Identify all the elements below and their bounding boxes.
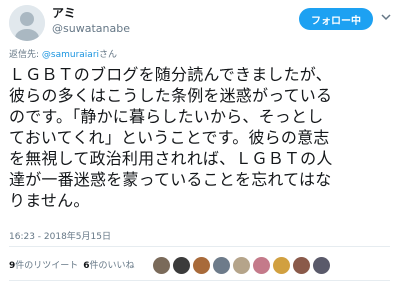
- liker-avatar[interactable]: [153, 257, 170, 274]
- liker-avatar[interactable]: [173, 257, 190, 274]
- reply-suffix: さん: [99, 50, 118, 60]
- tweet-line: ておいてくれ」ということです。彼らの意志: [9, 128, 330, 147]
- retweet-label: 件のリツイート: [15, 261, 79, 271]
- liker-avatar[interactable]: [213, 257, 230, 274]
- liker-avatar[interactable]: [273, 257, 290, 274]
- default-avatar-icon: [9, 5, 45, 41]
- tweet-line: りません。: [9, 191, 90, 210]
- liker-avatar[interactable]: [233, 257, 250, 274]
- like-stat[interactable]: 6件のいいね: [83, 261, 134, 271]
- reply-context: 返信先: @samuraiariさん: [9, 47, 117, 60]
- reply-mention-link[interactable]: @samuraiari: [42, 50, 99, 60]
- retweet-stat[interactable]: 9件のリツイート: [9, 261, 78, 271]
- tweet-line: 達が一番迷惑を蒙っていることを忘れてはな: [9, 170, 332, 189]
- user-handle[interactable]: @suwatanabe: [52, 21, 130, 36]
- display-name[interactable]: アミ: [52, 6, 130, 21]
- tweet-stats: 9件のリツイート 6件のいいね: [9, 258, 135, 271]
- tweet-line: 彼らの多くはこうした条例を迷惑がっている: [9, 86, 333, 105]
- tweet-line: を無視して政治利用されれば、ＬＧＢＴの人: [9, 149, 333, 168]
- user-info: アミ @suwatanabe: [52, 6, 130, 36]
- like-label: 件のいいね: [89, 261, 135, 271]
- avatar[interactable]: [9, 5, 45, 41]
- reply-prefix: 返信先:: [9, 50, 42, 60]
- tweet-text: ＬＧＢＴのブログを随分読んできましたが、 彼らの多くはこうした条例を迷惑がってい…: [9, 64, 391, 211]
- liker-avatar[interactable]: [293, 257, 310, 274]
- liker-avatar[interactable]: [193, 257, 210, 274]
- tweet-timestamp[interactable]: 16:23 - 2018年5月15日: [9, 229, 111, 242]
- tweet-line: のです。「静かに暮らしたいから、そっとし: [9, 107, 324, 126]
- divider: [9, 280, 390, 281]
- following-button[interactable]: フォロー中: [299, 8, 373, 30]
- tweet-line: ＬＧＢＴのブログを随分読んできましたが、: [9, 65, 332, 84]
- liker-avatars: [153, 257, 333, 274]
- divider: [9, 246, 390, 247]
- chevron-down-icon[interactable]: [380, 11, 392, 23]
- liker-avatar[interactable]: [253, 257, 270, 274]
- liker-avatar[interactable]: [313, 257, 330, 274]
